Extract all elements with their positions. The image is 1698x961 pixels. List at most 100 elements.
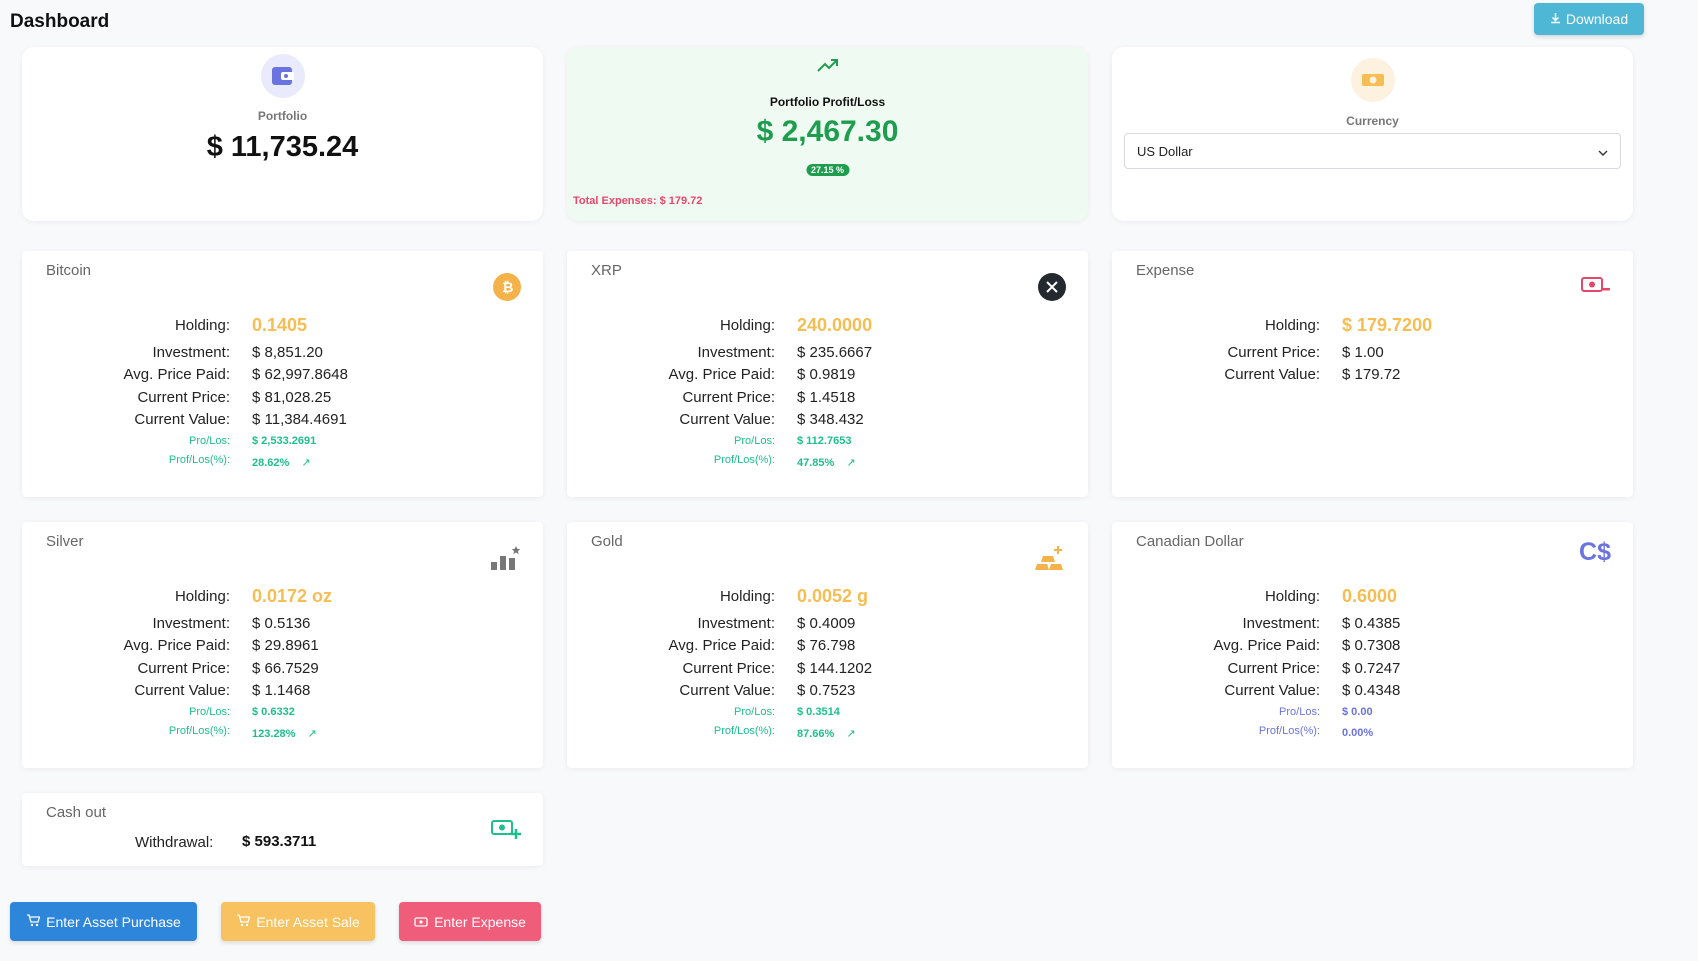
holding-value: 240.0000 — [797, 315, 873, 335]
avg-price-label: Avg. Price Paid: — [123, 637, 230, 654]
holding-value: 0.6000 — [1342, 586, 1398, 606]
currency-selected-value: US Dollar — [1137, 143, 1193, 159]
current-value-value: $ 11,384.4691 — [252, 411, 347, 428]
current-value-value: $ 179.72 — [1342, 366, 1401, 383]
money-bill-minus-icon — [1581, 273, 1611, 297]
holding-value: $ 179.7200 — [1342, 315, 1433, 335]
holding-label: Holding: — [174, 588, 230, 605]
wallet-icon — [260, 54, 305, 98]
asset-title: Bitcoin — [46, 262, 92, 279]
prof-los-pct-label: Prof/Los(%): — [168, 454, 230, 466]
download-icon — [1550, 11, 1561, 27]
pro-los-label: Pro/Los: — [734, 706, 775, 718]
asset-title: Silver — [46, 533, 84, 550]
investment-value: $ 0.4385 — [1342, 615, 1401, 632]
investment-label: Investment: — [697, 615, 775, 632]
prof-los-pct-label: Prof/Los(%): — [713, 454, 775, 466]
enter-expense-button[interactable]: Enter Expense — [399, 902, 541, 941]
money-bill-icon — [1350, 58, 1395, 102]
avg-price-label: Avg. Price Paid: — [1213, 637, 1320, 654]
current-price-label: Current Price: — [137, 660, 230, 677]
pro-los-label: Pro/Los: — [734, 435, 775, 447]
investment-label: Investment: — [697, 344, 775, 361]
current-price-label: Current Price: — [682, 660, 775, 677]
holding-label: Holding: — [174, 317, 230, 334]
money-bill-icon — [414, 914, 428, 930]
current-value-label: Current Value: — [1224, 366, 1320, 383]
investment-value: $ 0.5136 — [252, 615, 311, 632]
prof-los-pct-value: 123.28% — [252, 728, 296, 740]
arrow-up-right-icon: ↗ — [307, 728, 317, 740]
investment-value: $ 0.4009 — [797, 615, 856, 632]
holding-label: Holding: — [1264, 317, 1320, 334]
avg-price-value: $ 76.798 — [797, 637, 856, 654]
prof-los-pct-value: 28.62% — [252, 457, 290, 469]
pro-los-label: Pro/Los: — [189, 706, 230, 718]
asset-title: Expense — [1136, 262, 1195, 279]
current-value-label: Current Value: — [679, 411, 775, 428]
currency-card: Currency US Dollar — [1112, 47, 1633, 221]
avg-price-label: Avg. Price Paid: — [668, 637, 775, 654]
investment-label: Investment: — [1242, 615, 1320, 632]
currency-label: Currency — [1346, 114, 1399, 128]
avg-price-label: Avg. Price Paid: — [123, 366, 230, 383]
current-price-label: Current Price: — [1227, 344, 1320, 361]
asset-title: Gold — [591, 533, 623, 550]
pro-los-label: Pro/Los: — [189, 435, 230, 447]
canadian-dollar-icon: C$ — [1579, 538, 1611, 566]
cashout-card: Cash out Withdrawal: $ 593.3711 — [22, 793, 543, 866]
asset-card-gold: Gold Holding: 0.0052 g Investment: $ 0.400… — [567, 522, 1088, 768]
profit-loss-card: Portfolio Profit/Loss $ 2,467.30 27.15 %… — [567, 47, 1088, 221]
pro-los-value: $ 2,533.2691 — [252, 435, 317, 447]
xrp-icon — [1038, 273, 1066, 301]
download-button[interactable]: Download — [1534, 3, 1644, 35]
current-value-label: Current Value: — [679, 682, 775, 699]
total-expenses-note: Total Expenses: $ 179.72 — [573, 195, 703, 207]
enter-asset-sale-button[interactable]: Enter Asset Sale — [221, 902, 375, 941]
arrow-up-right-icon: ↗ — [846, 728, 856, 740]
enter-asset-purchase-button[interactable]: Enter Asset Purchase — [10, 902, 197, 941]
prof-los-pct-value: 0.00% — [1342, 727, 1374, 739]
avg-price-label: Avg. Price Paid: — [668, 366, 775, 383]
download-label: Download — [1565, 11, 1629, 27]
arrow-up-right-icon: ↗ — [301, 457, 311, 469]
enter-asset-purchase-label: Enter Asset Purchase — [46, 913, 181, 930]
silver-bars-icon — [489, 544, 521, 572]
current-value-value: $ 1.1468 — [252, 682, 311, 699]
holding-value: 0.1405 — [252, 315, 308, 335]
asset-card-silver: Silver Holding: 0.0172 oz Investment: $ 0.… — [22, 522, 543, 768]
current-value-label: Current Value: — [134, 411, 230, 428]
current-value-label: Current Value: — [134, 682, 230, 699]
prof-los-pct-label: Prof/Los(%): — [713, 725, 775, 737]
avg-price-value: $ 29.8961 — [252, 637, 319, 654]
prof-los-pct-label: Prof/Los(%): — [168, 725, 230, 737]
profit-loss-value: $ 2,467.30 — [756, 115, 899, 148]
cart-icon — [26, 913, 41, 930]
pro-los-value: $ 0.00 — [1342, 706, 1373, 718]
page-title: Dashboard — [10, 11, 110, 32]
avg-price-value: $ 0.7308 — [1342, 637, 1401, 654]
holding-value: 0.0052 g — [797, 586, 869, 606]
holding-label: Holding: — [719, 317, 775, 334]
holding-value: 0.0172 oz — [252, 586, 333, 606]
current-value-value: $ 0.7523 — [797, 682, 856, 699]
bitcoin-icon: ₿ — [493, 273, 521, 301]
currency-select[interactable]: US Dollar — [1124, 133, 1621, 169]
holding-label: Holding: — [1264, 588, 1320, 605]
investment-label: Investment: — [152, 615, 230, 632]
portfolio-label: Portfolio — [257, 109, 308, 123]
asset-card-canadian-dollar: Canadian Dollar C$ Holding: 0.6000 Invest… — [1112, 522, 1633, 768]
cashout-title: Cash out — [46, 804, 107, 821]
portfolio-value: $ 11,735.24 — [206, 131, 359, 163]
gold-bars-icon — [1034, 544, 1066, 572]
asset-title: XRP — [591, 262, 622, 279]
profit-percent-badge: 27.15 % — [805, 164, 850, 176]
trending-up-icon — [816, 55, 840, 75]
current-price-value: $ 1.00 — [1342, 344, 1384, 361]
pro-los-value: $ 112.7653 — [797, 435, 852, 447]
svg-text:₿: ₿ — [502, 279, 513, 295]
pro-los-value: $ 0.6332 — [252, 706, 295, 718]
arrow-up-right-icon: ↗ — [846, 457, 856, 469]
current-price-value: $ 1.4518 — [797, 389, 856, 406]
asset-card-xrp: XRP Holding: 240.0000 Investment: $ 235.66… — [567, 251, 1088, 497]
